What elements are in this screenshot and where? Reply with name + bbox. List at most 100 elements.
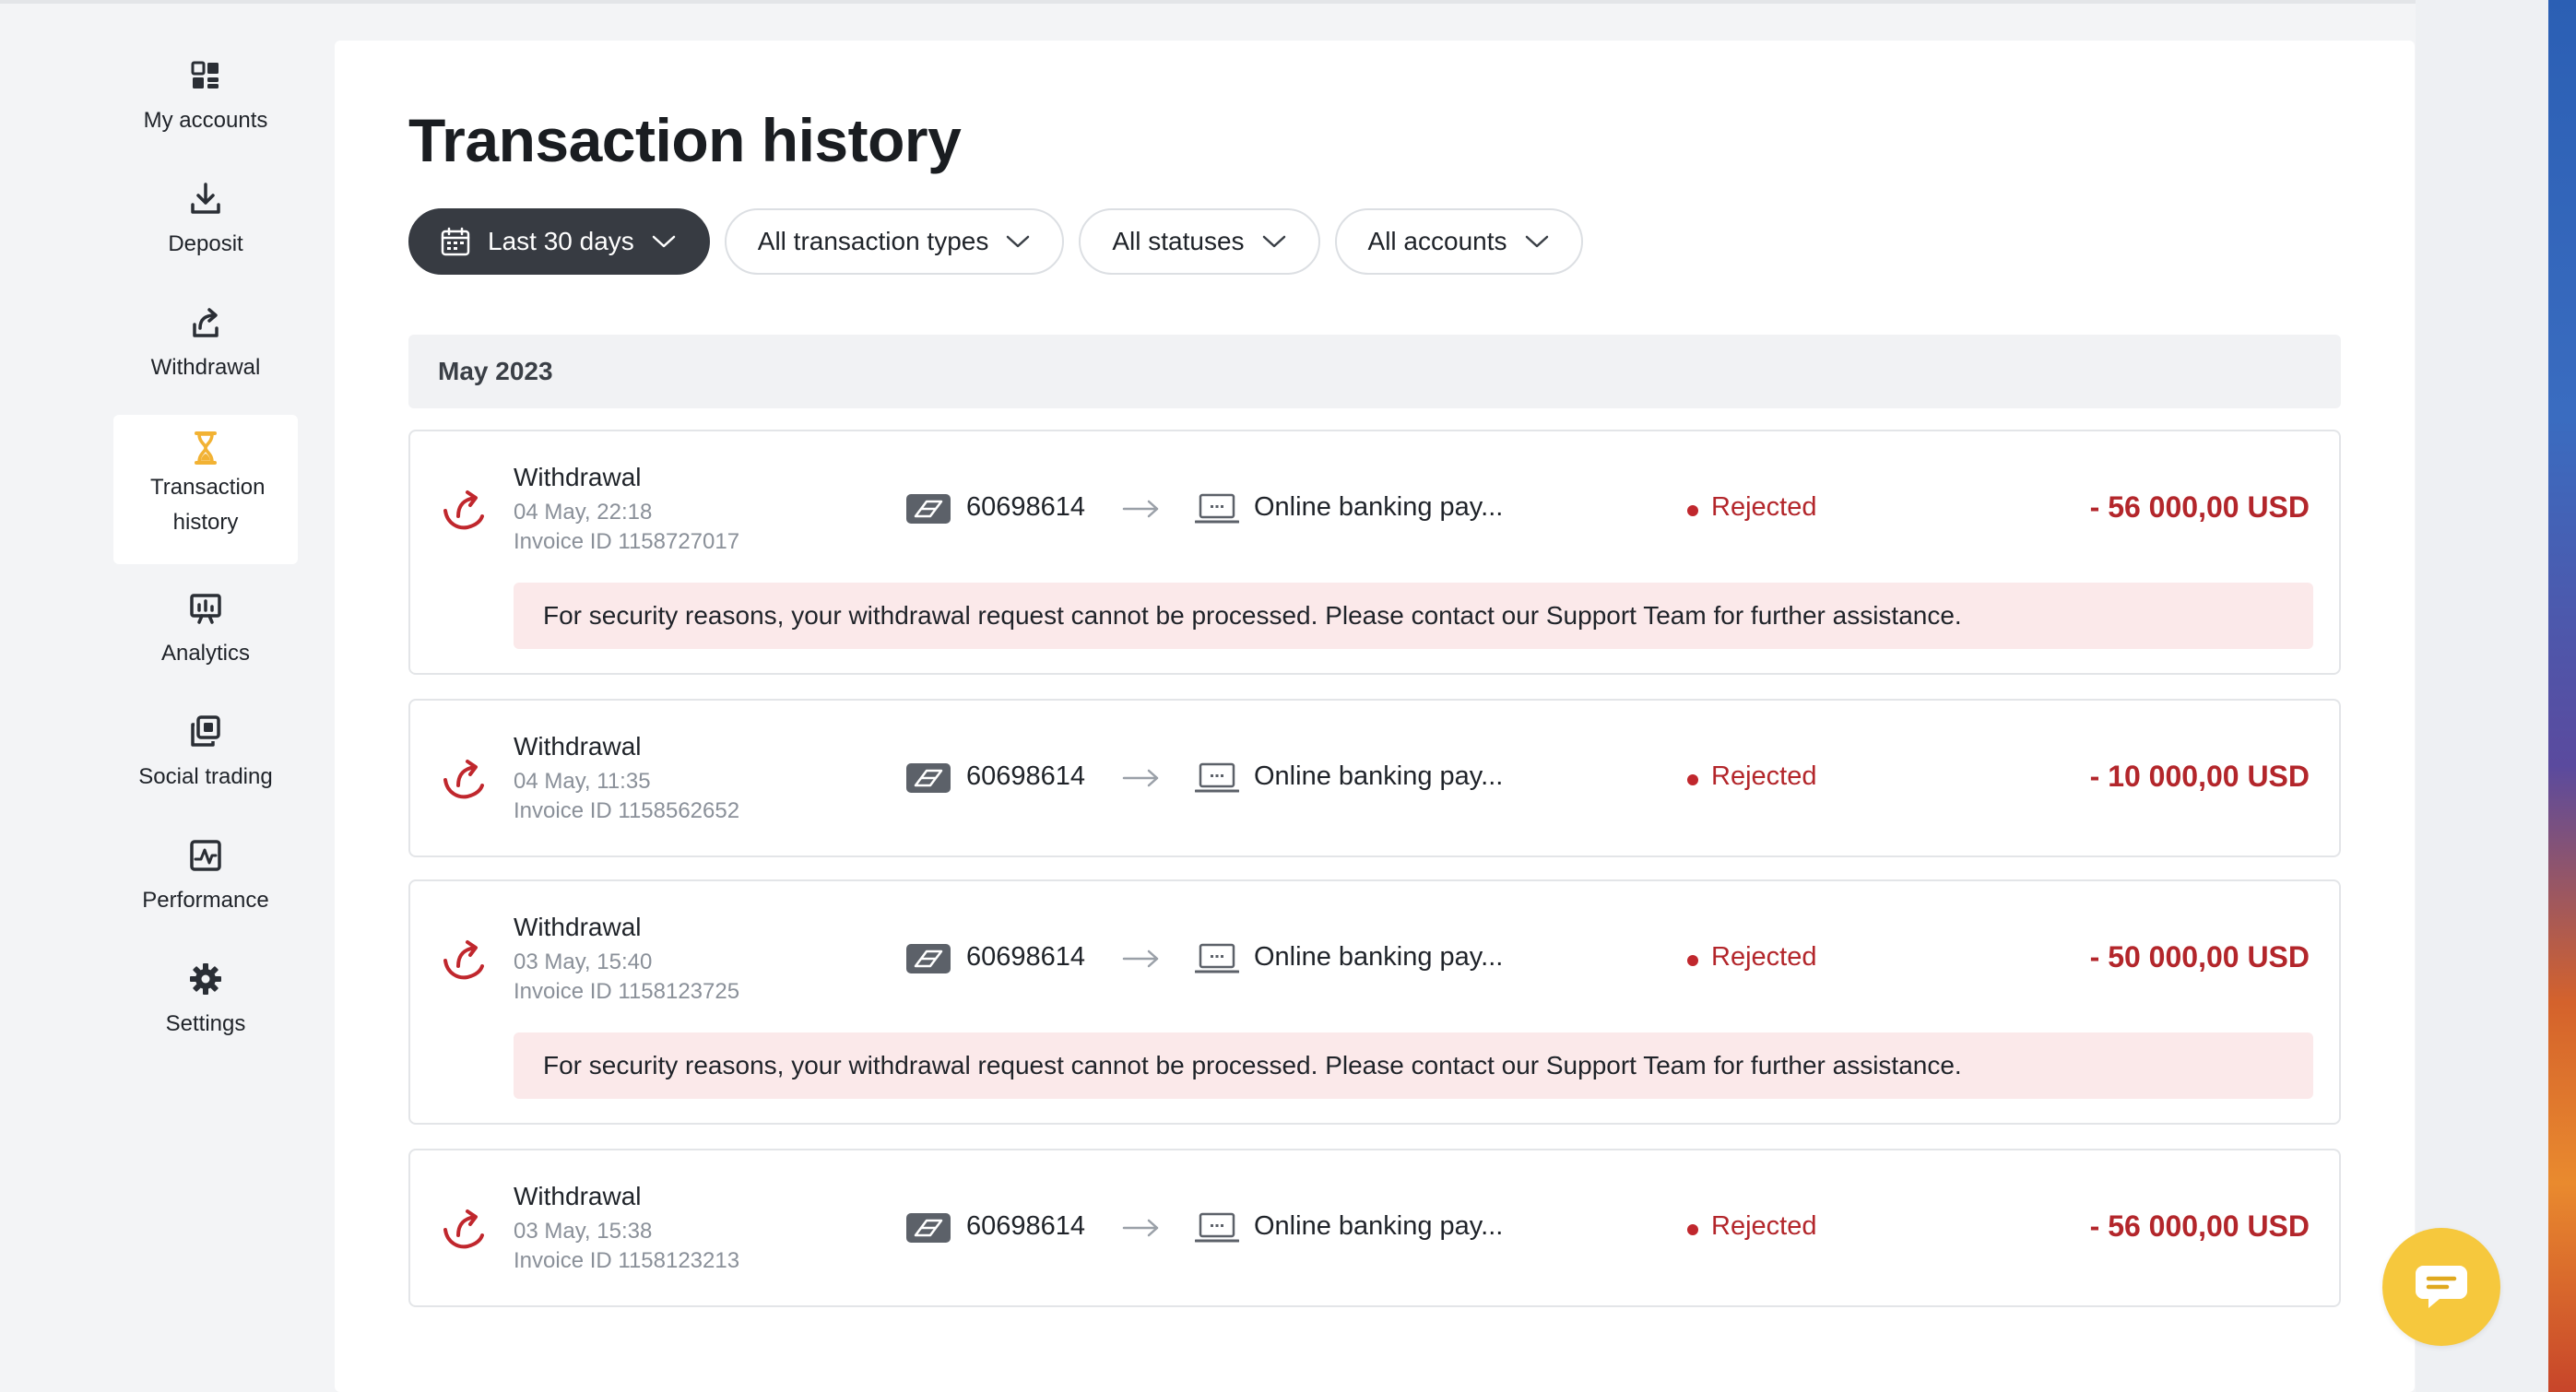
withdrawal-arrow-icon [443,940,484,980]
date-range-label: Last 30 days [488,227,634,255]
source-account-number: 60698614 [966,942,1086,972]
transaction-invoice-id: Invoice ID 1158123725 [514,979,740,1004]
transaction-type: Withdrawal [514,913,642,941]
withdrawal-arrow-icon [443,760,484,799]
source-account-number: 60698614 [966,1211,1086,1241]
transaction-date: 03 May, 15:40 [514,950,653,974]
sidebar-item-analytics[interactable]: Analytics [113,590,298,671]
source-account-number: 60698614 [966,761,1086,791]
source-account-number: 60698614 [966,492,1086,522]
arrow-right-icon [1122,769,1159,787]
sidebar-item-label: Deposit [168,231,243,256]
status-dot [1687,1224,1698,1235]
sidebar-item-label: Transaction history [150,475,266,535]
withdrawal-arrow-icon [443,490,484,530]
withdrawal-arrow-icon [443,1209,484,1249]
grid-icon [191,61,219,88]
status-dot [1687,955,1698,966]
chevron-down-icon [1525,235,1548,248]
status-dot [1687,505,1698,516]
transaction-amount: - 50 000,00 USD [2089,940,2310,973]
month-group-header: May 2023 [408,335,2341,408]
main-panel: Transaction history Last 30 days All tra… [335,41,2415,1392]
transaction-row: Withdrawal 04 May, 11:35 Invoice ID 1158… [410,701,2339,857]
transaction-row: Withdrawal 04 May, 22:18 Invoice ID 1158… [410,431,2339,588]
transaction-date: 04 May, 22:18 [514,500,653,525]
sidebar-item-performance[interactable]: Performance [113,837,298,918]
status-badge: Rejected [1711,1211,1817,1241]
desktop-edge [2548,0,2576,1392]
status-filter[interactable]: All statuses [1079,208,1320,275]
status-filter-label: All statuses [1112,227,1245,255]
arrow-right-icon [1122,950,1159,968]
transaction-card[interactable]: Withdrawal 04 May, 22:18 Invoice ID 1158… [408,430,2341,675]
copy-squares-icon [191,715,220,747]
payment-method: Online banking pay... [1254,1211,1504,1241]
sidebar-item-label: Performance [142,888,269,913]
transaction-card[interactable]: Withdrawal 03 May, 15:40 Invoice ID 1158… [408,879,2341,1125]
laptop-icon [1195,493,1239,524]
transaction-amount: - 56 000,00 USD [2089,1209,2310,1243]
payment-method: Online banking pay... [1254,761,1504,791]
arrow-right-icon [1122,1219,1159,1237]
filter-bar: Last 30 days All transaction types All s… [408,208,1583,275]
chevron-down-icon [652,235,676,248]
calendar-icon [441,227,470,256]
payment-method: Online banking pay... [1254,492,1504,522]
transaction-amount: - 10 000,00 USD [2089,760,2310,793]
account-filter[interactable]: All accounts [1334,208,1583,275]
sidebar-item-deposit[interactable]: Deposit [113,181,298,262]
transaction-card[interactable]: Withdrawal 04 May, 11:35 Invoice ID 1158… [408,699,2341,857]
sidebar-item-label: Withdrawal [150,355,261,380]
laptop-icon [1195,1212,1239,1243]
transaction-amount: - 56 000,00 USD [2089,490,2310,524]
chat-bubble-icon [2416,1266,2467,1308]
chat-button[interactable] [2382,1228,2500,1346]
transaction-invoice-id: Invoice ID 1158562652 [514,798,740,823]
account-filter-label: All accounts [1367,227,1507,255]
status-badge: Rejected [1711,492,1817,522]
status-dot [1687,774,1698,785]
right-background [2416,0,2548,1392]
account-card-icon [906,944,951,973]
upload-share-icon [193,308,219,337]
transaction-type-filter[interactable]: All transaction types [724,208,1065,275]
transaction-type: Withdrawal [514,1182,642,1210]
payment-method: Online banking pay... [1254,942,1504,972]
transaction-row: Withdrawal 03 May, 15:40 Invoice ID 1158… [410,881,2339,1038]
rejection-notice: For security reasons, your withdrawal re… [514,1032,2313,1099]
date-range-filter[interactable]: Last 30 days [408,208,710,275]
chevron-down-icon [1007,235,1030,248]
sidebar-item-label: Social trading [138,764,273,789]
sidebar-item-settings[interactable]: Settings [113,961,298,1042]
page-title: Transaction history [408,106,962,174]
transaction-type: Withdrawal [514,732,642,761]
sidebar-item-social-trading[interactable]: Social trading [113,714,298,795]
chevron-down-icon [1262,235,1285,248]
gear-icon [190,963,221,995]
transaction-date: 04 May, 11:35 [514,769,651,794]
status-badge: Rejected [1711,942,1817,972]
transaction-type-label: All transaction types [757,227,989,255]
sidebar-item-withdrawal[interactable]: Withdrawal [113,304,298,385]
sidebar-item-label: Settings [165,1011,246,1036]
window-top-border [0,0,2548,4]
sidebar-item-label: Analytics [160,641,251,666]
sidebar: My accounts Deposit Withdrawal Transacti… [0,0,332,1392]
sidebar-item-transaction-history[interactable]: Transaction history [113,415,298,564]
transaction-date: 03 May, 15:38 [514,1219,653,1244]
account-card-icon [906,1213,951,1243]
hourglass-icon [195,431,217,465]
transaction-card[interactable]: Withdrawal 03 May, 15:38 Invoice ID 1158… [408,1149,2341,1307]
laptop-icon [1195,943,1239,973]
transaction-invoice-id: Invoice ID 1158727017 [514,529,740,554]
pulse-chart-icon [190,840,221,871]
sidebar-item-my-accounts[interactable]: My accounts [113,57,298,138]
rejection-notice: For security reasons, your withdrawal re… [514,583,2313,649]
download-icon [191,183,220,214]
sidebar-item-label: My accounts [143,108,268,133]
account-card-icon [906,763,951,793]
laptop-icon [1195,762,1239,793]
transaction-invoice-id: Invoice ID 1158123213 [514,1248,740,1273]
transaction-row: Withdrawal 03 May, 15:38 Invoice ID 1158… [410,1150,2339,1307]
